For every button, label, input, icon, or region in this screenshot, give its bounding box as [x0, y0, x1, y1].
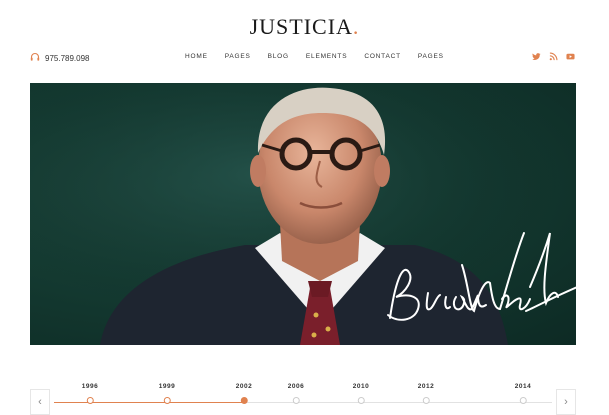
timeline-next-button[interactable]: › — [556, 389, 576, 415]
rss-icon[interactable] — [549, 52, 558, 61]
timeline-year: 1999 — [158, 383, 176, 390]
phone-number: 975.789.098 — [45, 53, 90, 63]
timeline-dot — [163, 397, 171, 404]
timeline-year: 1996 — [81, 383, 99, 390]
timeline-dot — [357, 397, 365, 404]
nav-pages[interactable]: PAGES — [225, 53, 251, 60]
nav-home[interactable]: HOME — [185, 53, 208, 60]
chevron-right-icon: › — [564, 396, 568, 408]
chevron-left-icon: ‹ — [38, 396, 42, 408]
timeline-item-2002[interactable]: 2002 — [236, 383, 252, 404]
logo-dot: . — [352, 14, 360, 39]
main-nav: HOME PAGES BLOG ELEMENTS CONTACT PAGES — [185, 53, 444, 60]
timeline-dot-active — [240, 397, 248, 404]
nav-pages-2[interactable]: PAGES — [418, 53, 444, 60]
timeline-item-1996[interactable]: 1996 — [82, 383, 98, 404]
timeline-year: 2014 — [514, 383, 532, 390]
header-phone[interactable]: 975.789.098 — [30, 52, 90, 64]
timeline-dot — [519, 397, 527, 404]
timeline-dot — [422, 397, 430, 404]
timeline-year: 2010 — [352, 383, 370, 390]
timeline-dot — [292, 397, 300, 404]
timeline-year: 2012 — [417, 383, 435, 390]
nav-elements[interactable]: ELEMENTS — [306, 53, 347, 60]
portrait-image — [30, 83, 576, 345]
timeline-item-1999[interactable]: 1999 — [159, 383, 175, 404]
timeline: ‹ 1996 1999 2002 2006 2010 2012 2014 › — [30, 383, 576, 415]
headphones-icon — [30, 52, 40, 64]
timeline-dot — [86, 397, 94, 404]
timeline-item-2012[interactable]: 2012 — [418, 383, 434, 404]
nav-contact[interactable]: CONTACT — [364, 53, 401, 60]
timeline-prev-button[interactable]: ‹ — [30, 389, 50, 415]
social-links — [532, 52, 575, 61]
logo-text: JUSTICIA — [249, 14, 353, 39]
timeline-item-2010[interactable]: 2010 — [353, 383, 369, 404]
timeline-item-2006[interactable]: 2006 — [288, 383, 304, 404]
hero-banner — [30, 83, 576, 345]
timeline-year: 2006 — [287, 383, 305, 390]
site-logo[interactable]: JUSTICIA. — [0, 14, 609, 40]
timeline-year: 2002 — [235, 383, 253, 390]
nav-blog[interactable]: BLOG — [268, 53, 289, 60]
youtube-icon[interactable] — [566, 52, 575, 61]
twitter-icon[interactable] — [532, 52, 541, 61]
timeline-item-2014[interactable]: 2014 — [515, 383, 531, 404]
